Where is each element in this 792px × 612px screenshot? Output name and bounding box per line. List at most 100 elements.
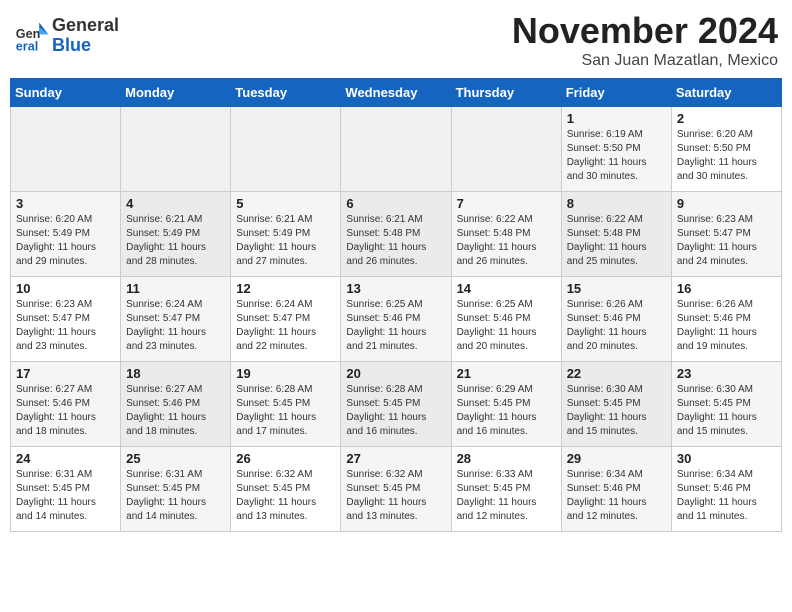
day-info: Sunrise: 6:19 AMSunset: 5:50 PMDaylight:… [567,128,666,184]
day-info: Sunrise: 6:22 AMSunset: 5:48 PMDaylight:… [457,213,556,269]
calendar-week-row: 3Sunrise: 6:20 AMSunset: 5:49 PMDaylight… [11,192,782,277]
calendar-cell: 10Sunrise: 6:23 AMSunset: 5:47 PMDayligh… [11,277,121,362]
day-number: 26 [236,451,335,466]
day-number: 17 [16,366,115,381]
svg-text:eral: eral [16,39,38,53]
calendar-cell: 3Sunrise: 6:20 AMSunset: 5:49 PMDaylight… [11,192,121,277]
day-number: 23 [677,366,776,381]
calendar-cell: 1 Sunrise: 6:19 AMSunset: 5:50 PMDaylight… [561,107,671,192]
col-header-saturday: Saturday [671,79,781,107]
day-info: Sunrise: 6:23 AMSunset: 5:47 PMDaylight:… [16,298,115,354]
day-number: 1 [567,111,666,126]
day-number: 18 [126,366,225,381]
calendar-week-row: 10Sunrise: 6:23 AMSunset: 5:47 PMDayligh… [11,277,782,362]
location-title: San Juan Mazatlan, Mexico [512,52,778,70]
calendar-cell: 18Sunrise: 6:27 AMSunset: 5:46 PMDayligh… [121,362,231,447]
day-number: 5 [236,196,335,211]
day-info: Sunrise: 6:20 AMSunset: 5:50 PMDaylight:… [677,128,776,184]
calendar-table: SundayMondayTuesdayWednesdayThursdayFrid… [10,78,782,532]
day-info: Sunrise: 6:28 AMSunset: 5:45 PMDaylight:… [236,383,335,439]
day-number: 7 [457,196,556,211]
day-number: 22 [567,366,666,381]
calendar-cell: 27Sunrise: 6:32 AMSunset: 5:45 PMDayligh… [341,447,451,532]
day-info: Sunrise: 6:34 AMSunset: 5:46 PMDaylight:… [567,468,666,524]
calendar-week-row: 17 Sunrise: 6:27 AMSunset: 5:46 PMDayligh… [11,362,782,447]
calendar-cell: 14 Sunrise: 6:25 AMSunset: 5:46 PMDayligh… [451,277,561,362]
calendar-cell: 19 Sunrise: 6:28 AMSunset: 5:45 PMDayligh… [231,362,341,447]
day-info: Sunrise: 6:28 AMSunset: 5:45 PMDaylight:… [346,383,445,439]
day-number: 11 [126,281,225,296]
day-info: Sunrise: 6:31 AMSunset: 5:45 PMDaylight:… [126,468,225,524]
day-number: 2 [677,111,776,126]
calendar-week-row: 24Sunrise: 6:31 AMSunset: 5:45 PMDayligh… [11,447,782,532]
col-header-tuesday: Tuesday [231,79,341,107]
calendar-cell: 15 Sunrise: 6:26 AMSunset: 5:46 PMDayligh… [561,277,671,362]
day-info: Sunrise: 6:31 AMSunset: 5:45 PMDaylight:… [16,468,115,524]
col-header-friday: Friday [561,79,671,107]
day-info: Sunrise: 6:32 AMSunset: 5:45 PMDaylight:… [236,468,335,524]
day-number: 13 [346,281,445,296]
logo-icon: Gen eral [14,18,50,54]
day-info: Sunrise: 6:33 AMSunset: 5:45 PMDaylight:… [457,468,556,524]
calendar-cell: 4 Sunrise: 6:21 AMSunset: 5:49 PMDaylight… [121,192,231,277]
day-info: Sunrise: 6:26 AMSunset: 5:46 PMDaylight:… [567,298,666,354]
col-header-wednesday: Wednesday [341,79,451,107]
calendar-cell: 6 Sunrise: 6:21 AMSunset: 5:48 PMDaylight… [341,192,451,277]
day-info: Sunrise: 6:27 AMSunset: 5:46 PMDaylight:… [16,383,115,439]
day-info: Sunrise: 6:24 AMSunset: 5:47 PMDaylight:… [236,298,335,354]
day-info: Sunrise: 6:21 AMSunset: 5:49 PMDaylight:… [126,213,225,269]
day-number: 27 [346,451,445,466]
header: Gen eral General Blue November 2024 San … [10,10,782,70]
day-number: 16 [677,281,776,296]
day-info: Sunrise: 6:25 AMSunset: 5:46 PMDaylight:… [457,298,556,354]
day-number: 6 [346,196,445,211]
day-number: 29 [567,451,666,466]
calendar-cell: 16Sunrise: 6:26 AMSunset: 5:46 PMDayligh… [671,277,781,362]
day-number: 3 [16,196,115,211]
calendar-cell: 12Sunrise: 6:24 AMSunset: 5:47 PMDayligh… [231,277,341,362]
calendar-cell: 30 Sunrise: 6:34 AMSunset: 5:46 PMDayligh… [671,447,781,532]
day-number: 25 [126,451,225,466]
day-number: 9 [677,196,776,211]
calendar-cell [11,107,121,192]
calendar-cell: 28 Sunrise: 6:33 AMSunset: 5:45 PMDayligh… [451,447,561,532]
calendar-cell [231,107,341,192]
logo: Gen eral General Blue [14,16,119,56]
calendar-cell: 7 Sunrise: 6:22 AMSunset: 5:48 PMDaylight… [451,192,561,277]
calendar-cell: 13Sunrise: 6:25 AMSunset: 5:46 PMDayligh… [341,277,451,362]
month-title: November 2024 [512,10,778,52]
day-info: Sunrise: 6:21 AMSunset: 5:49 PMDaylight:… [236,213,335,269]
day-info: Sunrise: 6:30 AMSunset: 5:45 PMDaylight:… [677,383,776,439]
day-number: 15 [567,281,666,296]
day-number: 14 [457,281,556,296]
calendar-cell: 8Sunrise: 6:22 AMSunset: 5:48 PMDaylight… [561,192,671,277]
calendar-cell: 24Sunrise: 6:31 AMSunset: 5:45 PMDayligh… [11,447,121,532]
calendar-cell: 26 Sunrise: 6:32 AMSunset: 5:45 PMDayligh… [231,447,341,532]
day-number: 19 [236,366,335,381]
logo-line1: General [52,16,119,36]
calendar-header-row: SundayMondayTuesdayWednesdayThursdayFrid… [11,79,782,107]
calendar-week-row: 1 Sunrise: 6:19 AMSunset: 5:50 PMDaylight… [11,107,782,192]
col-header-sunday: Sunday [11,79,121,107]
calendar-cell: 22 Sunrise: 6:30 AMSunset: 5:45 PMDayligh… [561,362,671,447]
day-number: 21 [457,366,556,381]
day-info: Sunrise: 6:23 AMSunset: 5:47 PMDaylight:… [677,213,776,269]
day-info: Sunrise: 6:34 AMSunset: 5:46 PMDaylight:… [677,468,776,524]
day-number: 30 [677,451,776,466]
calendar-cell: 20Sunrise: 6:28 AMSunset: 5:45 PMDayligh… [341,362,451,447]
calendar-cell: 17 Sunrise: 6:27 AMSunset: 5:46 PMDayligh… [11,362,121,447]
calendar-cell: 23 Sunrise: 6:30 AMSunset: 5:45 PMDayligh… [671,362,781,447]
calendar-cell: 21Sunrise: 6:29 AMSunset: 5:45 PMDayligh… [451,362,561,447]
day-info: Sunrise: 6:30 AMSunset: 5:45 PMDaylight:… [567,383,666,439]
calendar-cell: 2 Sunrise: 6:20 AMSunset: 5:50 PMDaylight… [671,107,781,192]
calendar-cell [121,107,231,192]
calendar-cell: 9 Sunrise: 6:23 AMSunset: 5:47 PMDaylight… [671,192,781,277]
col-header-thursday: Thursday [451,79,561,107]
calendar-cell: 25 Sunrise: 6:31 AMSunset: 5:45 PMDayligh… [121,447,231,532]
day-info: Sunrise: 6:24 AMSunset: 5:47 PMDaylight:… [126,298,225,354]
day-info: Sunrise: 6:21 AMSunset: 5:48 PMDaylight:… [346,213,445,269]
day-number: 4 [126,196,225,211]
logo-line2: Blue [52,36,119,56]
day-number: 28 [457,451,556,466]
calendar-cell [451,107,561,192]
